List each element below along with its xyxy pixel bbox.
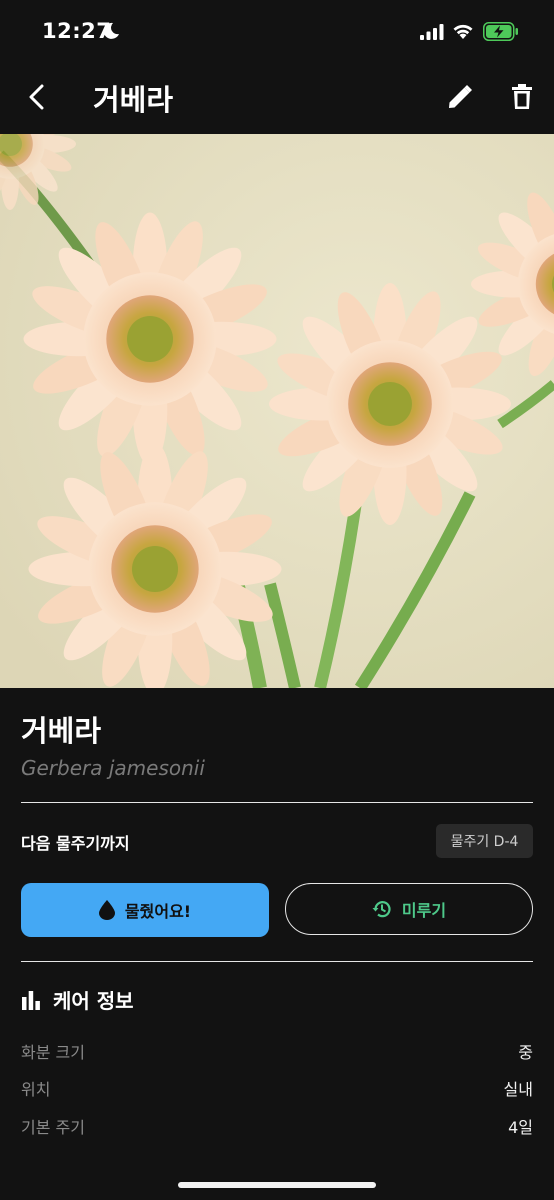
care-row-value: 실내 [503, 1080, 533, 1099]
watered-button[interactable]: 물줬어요! [21, 883, 269, 937]
dday-badge-text: 물주기 D-4 [450, 834, 519, 850]
divider [21, 961, 533, 962]
care-row-value: 4일 [508, 1118, 533, 1137]
postpone-button-label: 미루기 [401, 901, 447, 920]
history-icon [372, 901, 391, 918]
watered-button-label: 물줬어요! [124, 902, 192, 921]
wifi-icon [453, 24, 473, 39]
dday-badge: 물주기 D-4 [436, 824, 533, 858]
pencil-icon [449, 85, 472, 108]
divider [21, 802, 533, 803]
back-button[interactable] [20, 80, 54, 114]
care-row-pot-size: 화분 크기 중 [21, 1039, 533, 1065]
status-bar: 12:27 [0, 0, 554, 64]
plant-detail-content: 거베라 Gerbera jamesonii 다음 물주기까지 물주기 D-4 물… [0, 688, 554, 1200]
water-drop-icon [98, 900, 115, 920]
care-row-default-cycle: 기본 주기 4일 [21, 1114, 533, 1140]
app-bar: 거베라 [0, 64, 554, 134]
plant-name: 거베라 [21, 714, 102, 748]
scientific-name: Gerbera jamesonii [21, 756, 205, 780]
plant-photo [0, 134, 554, 688]
delete-button[interactable] [505, 80, 539, 114]
edit-button[interactable] [443, 80, 477, 114]
home-indicator[interactable] [178, 1182, 376, 1188]
postpone-button[interactable]: 미루기 [285, 883, 533, 935]
chevron-left-icon [29, 84, 44, 110]
care-row-label: 화분 크기 [21, 1043, 85, 1062]
care-info-header: 케어 정보 [21, 985, 134, 1014]
trash-icon [512, 84, 532, 109]
bar-chart-icon [22, 990, 40, 1010]
page-title: 거베라 [93, 83, 174, 117]
battery-charging-icon [483, 22, 518, 41]
cellular-signal-icon [420, 24, 444, 40]
care-row-label: 기본 주기 [21, 1118, 85, 1137]
status-time: 12:27 [42, 19, 112, 43]
care-row-value: 중 [518, 1043, 533, 1062]
moon-icon [103, 22, 119, 39]
care-row-label: 위치 [21, 1080, 51, 1099]
next-watering-label: 다음 물주기까지 [21, 834, 130, 853]
care-row-location: 위치 실내 [21, 1076, 533, 1102]
care-info-title: 케어 정보 [53, 989, 134, 1013]
